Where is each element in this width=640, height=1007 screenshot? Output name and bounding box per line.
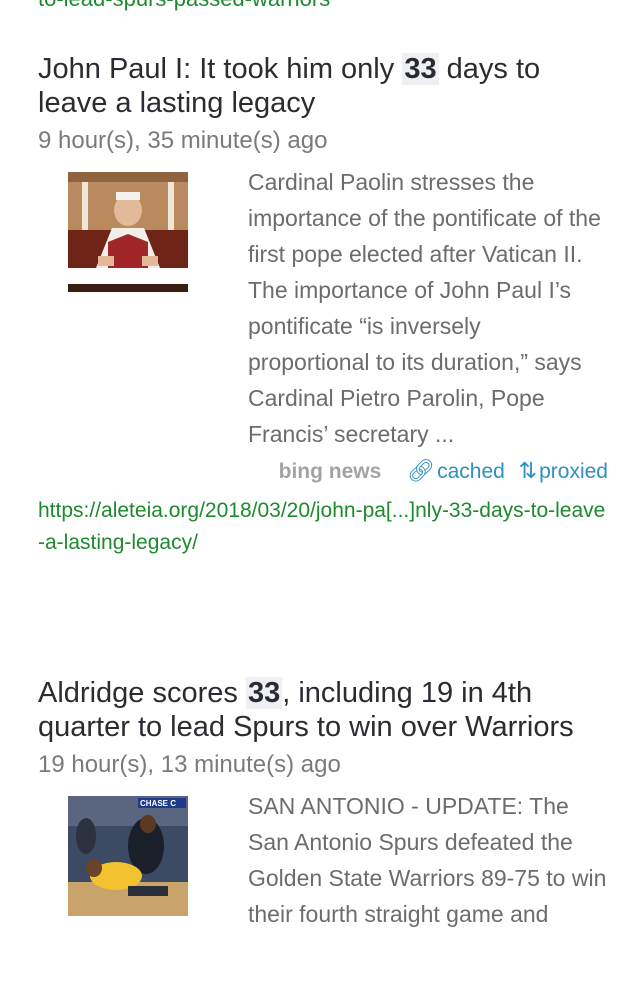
link-icon: 🔗︎ — [407, 458, 436, 483]
search-result: John Paul I: It took him only 33 days to… — [38, 52, 608, 559]
title-highlight: 33 — [402, 53, 439, 85]
result-timestamp: 9 hour(s), 35 minute(s) ago — [38, 127, 328, 154]
title-highlight: 33 — [245, 677, 283, 709]
result-snippet: SAN ANTONIO - UPDATE: The San Antonio Sp… — [248, 793, 607, 927]
title-text: Aldridge scores — [38, 677, 246, 709]
proxied-link[interactable]: ⇅proxied — [518, 458, 608, 483]
pope-photo-thumbnail[interactable] — [68, 172, 188, 292]
result-meta: bing news 🔗︎cached ⇅proxied — [38, 456, 608, 487]
search-result: Aldridge scores 33, including 19 in 4th … — [38, 676, 608, 932]
basketball-photo-thumbnail[interactable]: CHASE C — [68, 796, 188, 916]
cached-link[interactable]: 🔗︎cached — [407, 458, 505, 483]
title-text: John Paul I: It took him only — [38, 53, 403, 85]
court-banner-text: CHASE C — [140, 799, 176, 808]
cached-label: cached — [437, 460, 505, 483]
result-url[interactable]: https://aleteia.org/2018/03/20/john-pa[.… — [38, 495, 608, 559]
result-title-link[interactable]: Aldridge scores 33, including 19 in 4th … — [38, 676, 608, 744]
proxied-label: proxied — [539, 460, 608, 483]
result-body: Cardinal Paolin stresses the importance … — [38, 164, 608, 452]
result-timestamp: 19 hour(s), 13 minute(s) ago — [38, 751, 341, 778]
previous-result-url[interactable]: to-lead-spurs-passed-warriors — [38, 0, 330, 12]
sort-arrows-icon: ⇅ — [518, 458, 538, 483]
result-snippet: Cardinal Paolin stresses the importance … — [248, 169, 601, 447]
result-title-link[interactable]: John Paul I: It took him only 33 days to… — [38, 52, 608, 120]
result-body: CHASE C SAN ANTONIO - UPDATE: The San An… — [38, 788, 608, 932]
engine-label: bing news — [278, 460, 382, 483]
